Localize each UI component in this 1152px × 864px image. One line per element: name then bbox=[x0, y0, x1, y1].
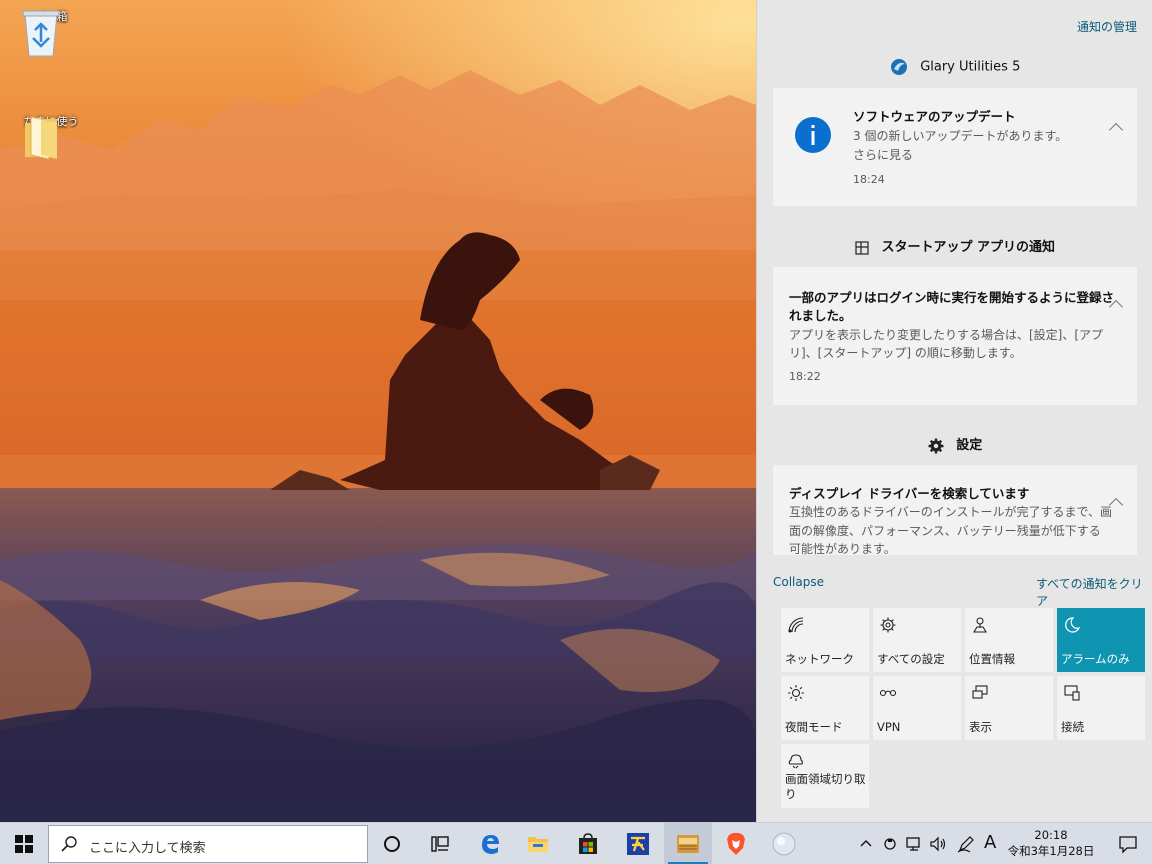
cortana-icon bbox=[384, 836, 400, 852]
quick-action-label: VPN bbox=[877, 720, 901, 734]
notification-icon bbox=[1119, 836, 1137, 854]
group-app-name: スタートアップ アプリの通知 bbox=[881, 240, 1056, 255]
notification-group-settings: 設定 bbox=[757, 434, 1152, 454]
taskbar-store[interactable] bbox=[564, 823, 612, 864]
action-center-panel: 通知の管理 Glary Utilities 5 ソフトウェアのアップデート 3 … bbox=[756, 0, 1152, 822]
clock-time: 20:18 bbox=[1034, 828, 1068, 842]
brightness-icon bbox=[788, 685, 804, 701]
folder-icon bbox=[25, 116, 57, 160]
quick-action-focus-assist[interactable]: アラームのみ bbox=[1057, 608, 1145, 672]
app-icon bbox=[677, 835, 699, 853]
connect-icon bbox=[1064, 685, 1080, 701]
group-app-name: Glary Utilities 5 bbox=[920, 59, 1021, 75]
collapse-quick-actions-link[interactable]: Collapse bbox=[773, 575, 824, 589]
quick-action-label: 夜間モード bbox=[785, 720, 843, 734]
notification-card-software-update[interactable]: ソフトウェアのアップデート 3 個の新しいアップデートがあります。 さらに見る … bbox=[773, 88, 1137, 206]
quick-action-label: すべての設定 bbox=[877, 652, 945, 666]
taskbar-app-1[interactable] bbox=[614, 823, 662, 864]
notification-card-startup-apps[interactable]: 一部のアプリはログイン時に実行を開始するように登録さ れました。 アプリを表示し… bbox=[773, 267, 1137, 405]
gear-icon bbox=[928, 438, 944, 453]
quick-action-network[interactable]: ネットワーク bbox=[781, 608, 869, 672]
task-view-icon bbox=[431, 836, 449, 852]
taskbar-app-2[interactable] bbox=[664, 823, 712, 864]
recycle-bin-icon bbox=[22, 10, 60, 57]
notification-time: 18:24 bbox=[853, 173, 885, 186]
action-center-button[interactable] bbox=[1104, 823, 1152, 864]
search-icon bbox=[61, 836, 77, 852]
notification-title: ディスプレイ ドライバーを検索しています bbox=[789, 486, 1030, 501]
group-app-name: 設定 bbox=[956, 438, 983, 453]
quick-action-label: ネットワーク bbox=[785, 652, 854, 666]
cortana-button[interactable] bbox=[368, 823, 416, 864]
taskbar-edge[interactable] bbox=[466, 823, 514, 864]
store-icon bbox=[579, 833, 597, 854]
network-icon bbox=[788, 617, 804, 633]
network-icon[interactable] bbox=[904, 834, 924, 854]
manage-notifications-link[interactable]: 通知の管理 bbox=[1077, 18, 1137, 35]
edge-icon bbox=[482, 835, 499, 854]
quick-action-label: 接続 bbox=[1061, 720, 1084, 734]
task-view-button[interactable] bbox=[416, 823, 464, 864]
notification-group-startup-apps: スタートアップ アプリの通知 bbox=[757, 236, 1152, 255]
quick-action-night-light[interactable]: 夜間モード bbox=[781, 676, 869, 740]
notification-body: 3 個の新しいアップデートがあります。 bbox=[853, 129, 1068, 143]
taskbar-file-explorer[interactable] bbox=[514, 823, 562, 864]
desktop-icon-recycle-bin[interactable]: ごみ箱 bbox=[19, 8, 83, 57]
app-icon bbox=[627, 833, 649, 855]
glary-utilities-icon bbox=[890, 59, 907, 75]
notification-body-line: 可能性があります。 bbox=[789, 542, 896, 555]
notification-title: ソフトウェアのアップデート bbox=[853, 109, 1016, 124]
snip-icon bbox=[788, 754, 803, 769]
notification-body-line: 面の解像度、パフォーマンス、バッテリー残量が低下する bbox=[789, 524, 1101, 538]
chevron-up-icon[interactable] bbox=[856, 834, 876, 854]
pen-icon[interactable] bbox=[956, 834, 976, 854]
startup-apps-icon bbox=[855, 240, 869, 255]
taskbar-search-box[interactable]: ここに入力して検索 bbox=[48, 825, 368, 863]
notification-body-line: アプリを表示したり変更したりする場合は、[設定]、[アプ bbox=[789, 328, 1104, 342]
notification-body-line: リ]、[スタートアップ] の順に移動します。 bbox=[789, 346, 1022, 360]
project-icon bbox=[972, 685, 988, 699]
notification-card-display-driver[interactable]: ディスプレイ ドライバーを検索しています 互換性のあるドライバーのインストールが… bbox=[773, 465, 1137, 555]
info-icon bbox=[795, 117, 831, 153]
settings-icon bbox=[880, 617, 896, 633]
search-placeholder: ここに入力して検索 bbox=[89, 841, 206, 856]
desktop-wallpaper: ごみ箱 たまに使う bbox=[0, 0, 756, 822]
desktop-icon-folder[interactable]: たまに使う bbox=[19, 113, 83, 160]
moon-icon bbox=[1065, 617, 1081, 633]
notification-title-line: れました。 bbox=[789, 308, 852, 323]
clock-date: 令和3年1月28日 bbox=[1007, 844, 1095, 858]
collapse-chevron-icon[interactable] bbox=[1108, 122, 1124, 138]
location-icon bbox=[973, 617, 987, 633]
quick-action-label: アラームのみ bbox=[1061, 652, 1130, 666]
quick-action-label: 表示 bbox=[969, 720, 992, 734]
start-button[interactable] bbox=[0, 823, 48, 864]
quick-action-label: 位置情報 bbox=[969, 652, 1015, 666]
quick-action-all-settings[interactable]: すべての設定 bbox=[873, 608, 961, 672]
notification-title-line: 一部のアプリはログイン時に実行を開始するように登録さ bbox=[789, 290, 1115, 305]
file-explorer-icon bbox=[528, 837, 548, 852]
see-more-text: さらに見る bbox=[853, 148, 914, 162]
quick-action-location[interactable]: 位置情報 bbox=[965, 608, 1053, 672]
brave-icon bbox=[727, 833, 745, 855]
clear-all-notifications-link[interactable]: すべての通知をクリア bbox=[1036, 575, 1152, 609]
quick-action-label: 画面領域切り取り bbox=[785, 772, 866, 801]
quick-action-screen-snip[interactable]: 画面領域切り取り bbox=[781, 744, 869, 808]
windows-logo-icon bbox=[15, 835, 33, 853]
ime-mode-indicator[interactable]: A bbox=[984, 832, 996, 853]
notification-group-glary-utilities: Glary Utilities 5 bbox=[757, 58, 1152, 76]
wallpaper-scene bbox=[0, 0, 756, 822]
taskbar-brave[interactable] bbox=[712, 823, 760, 864]
taskbar-app-3[interactable] bbox=[760, 823, 808, 864]
taskbar-clock[interactable]: 20:18 令和3年1月28日 bbox=[1004, 827, 1098, 859]
app-icon bbox=[772, 832, 796, 856]
vpn-icon bbox=[879, 689, 897, 697]
notification-body-line: 互換性のあるドライバーのインストールが完了するまで、画 bbox=[789, 505, 1113, 519]
taskbar: ここに入力して検索 A 20:18 令和3年1月28日 bbox=[0, 822, 1152, 864]
quick-action-project[interactable]: 表示 bbox=[965, 676, 1053, 740]
quick-action-connect[interactable]: 接続 bbox=[1057, 676, 1145, 740]
notification-time: 18:22 bbox=[789, 370, 821, 383]
quick-action-vpn[interactable]: VPN bbox=[873, 676, 961, 740]
tray-app-icon[interactable] bbox=[880, 834, 900, 854]
volume-icon[interactable] bbox=[928, 834, 948, 854]
